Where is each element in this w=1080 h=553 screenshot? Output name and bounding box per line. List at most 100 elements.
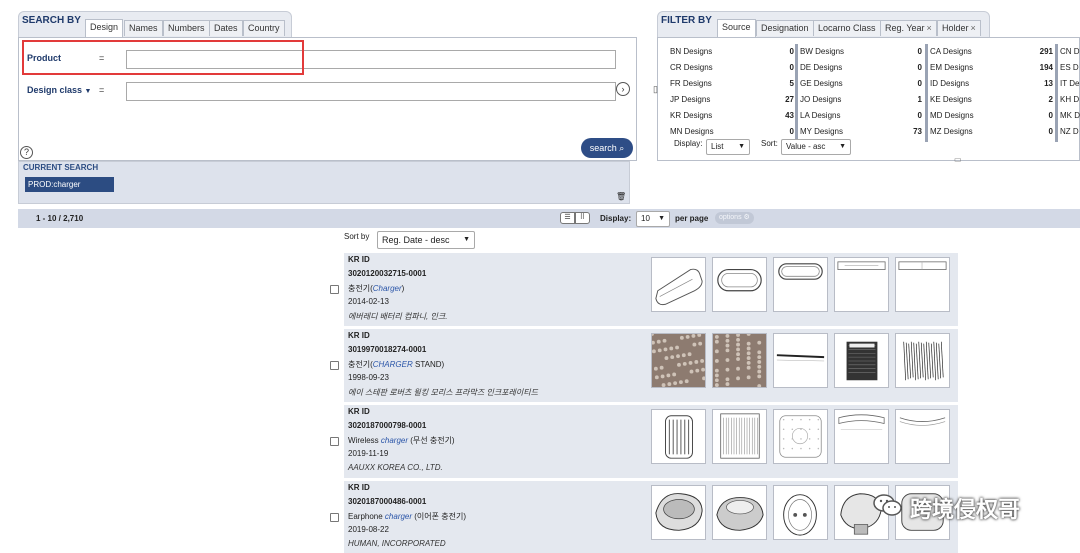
expand-handle-icon[interactable]: ▭ <box>954 155 962 164</box>
result-title[interactable]: Wireless charger (무선 충전기) <box>348 435 455 446</box>
design-thumbnail[interactable] <box>651 485 706 540</box>
filter-source-name[interactable]: MN Designs <box>670 127 714 136</box>
result-number[interactable]: 3020120032715-0001 <box>348 269 426 278</box>
result-holder: 에이 스테판 로버츠 윌킹 모리스 프라막즈 인크포레이티드 <box>348 388 538 397</box>
result-title[interactable]: 충전기(Charger) <box>348 283 404 294</box>
design-class-input[interactable] <box>126 82 616 101</box>
filter-source-count: 0 <box>917 63 922 72</box>
result-number[interactable]: 3020187000798-0001 <box>348 421 426 430</box>
filter-display-select[interactable]: List ▼ <box>706 139 750 155</box>
filter-source-name[interactable]: KE Designs <box>930 95 972 104</box>
per-page-label: per page <box>675 214 709 223</box>
filter-source-name[interactable]: JP Designs <box>670 95 710 104</box>
options-button[interactable]: options ⚙ <box>715 212 754 224</box>
tab-design[interactable]: Design <box>85 19 124 37</box>
go-arrow-icon[interactable]: › <box>616 82 630 96</box>
result-number[interactable]: 3019970018274-0001 <box>348 345 426 354</box>
per-page-select[interactable]: 10 ▼ <box>636 211 670 227</box>
chevron-down-icon: ▼ <box>84 88 92 95</box>
grid-view-icon[interactable]: ⠿ <box>575 212 590 224</box>
search-button[interactable]: search ⌕ <box>581 138 633 158</box>
filter-source-name[interactable]: ES D <box>1060 63 1079 72</box>
filter-source-name[interactable]: BW Designs <box>800 47 844 56</box>
tab-holder[interactable]: Holder × <box>937 20 981 36</box>
design-class-label[interactable]: Design class ▼ <box>27 85 91 95</box>
tab-reg-year-label: Reg. Year <box>885 23 925 33</box>
filter-source-name[interactable]: FR Designs <box>670 79 712 88</box>
trash-icon[interactable]: 🗑 <box>616 192 626 201</box>
design-thumbnail[interactable] <box>773 409 828 464</box>
result-number[interactable]: 3020187000486-0001 <box>348 497 426 506</box>
filter-source-name[interactable]: MY Designs <box>800 127 843 136</box>
current-search-panel: CURRENT SEARCH PROD:charger 🗑 <box>18 161 630 204</box>
filter-source-name[interactable]: JO Designs <box>800 95 841 104</box>
search-by-title: SEARCH BY <box>22 15 81 26</box>
filter-source-name[interactable]: KH D <box>1060 95 1079 104</box>
filter-source-name[interactable]: CR Designs <box>670 63 713 72</box>
result-source: KR ID <box>348 255 370 264</box>
result-title[interactable]: 충전기(CHARGER STAND) <box>348 359 444 370</box>
filter-source-name[interactable]: CA Designs <box>930 47 972 56</box>
help-icon[interactable]: ? <box>20 146 33 159</box>
collapse-toggle-icon[interactable]: ▯ <box>653 84 658 95</box>
filter-source-name[interactable]: BN Designs <box>670 47 712 56</box>
design-thumbnail[interactable] <box>650 332 706 388</box>
design-thumbnail[interactable] <box>834 333 889 388</box>
result-checkbox[interactable] <box>330 513 339 522</box>
result-title-post: (무선 충전기) <box>408 436 455 445</box>
tab-source[interactable]: Source <box>717 19 756 37</box>
close-icon[interactable]: × <box>971 23 976 33</box>
filter-source-name[interactable]: CN D <box>1060 47 1080 56</box>
design-thumbnail[interactable] <box>834 409 889 464</box>
design-thumbnail[interactable] <box>773 485 828 540</box>
filter-source-name[interactable]: MZ Designs <box>930 127 973 136</box>
result-checkbox[interactable] <box>330 285 339 294</box>
filter-sort-value: Value - asc <box>786 142 826 151</box>
tab-locarno-class[interactable]: Locarno Class <box>813 20 881 36</box>
design-thumbnail[interactable] <box>895 333 950 388</box>
filter-source-name[interactable]: NZ D <box>1060 127 1079 136</box>
filter-source-name[interactable]: GE Designs <box>800 79 843 88</box>
filter-source-name[interactable]: KR Designs <box>670 111 712 120</box>
close-icon[interactable]: × <box>927 23 932 33</box>
current-search-chip[interactable]: PROD:charger <box>25 177 114 192</box>
result-title-match: charger <box>384 512 413 521</box>
design-thumbnail[interactable] <box>712 485 767 540</box>
design-thumbnail[interactable] <box>773 257 828 312</box>
tab-designation[interactable]: Designation <box>756 20 814 36</box>
design-thumbnail[interactable] <box>712 409 767 464</box>
filter-source-name[interactable]: EM Designs <box>930 63 973 72</box>
result-checkbox[interactable] <box>330 361 339 370</box>
tab-reg-year[interactable]: Reg. Year × <box>880 20 937 36</box>
column-divider <box>1055 44 1058 142</box>
tab-names[interactable]: Names <box>124 20 163 36</box>
filter-source-name[interactable]: ID Designs <box>930 79 969 88</box>
result-title[interactable]: Earphone charger (이어폰 충전기) <box>348 511 466 522</box>
filter-source-count: 1 <box>917 95 922 104</box>
design-class-operator: = <box>99 85 105 95</box>
design-thumbnail[interactable] <box>651 257 706 312</box>
filter-source-name[interactable]: MD Designs <box>930 111 974 120</box>
filter-source-count: 0 <box>917 79 922 88</box>
result-title-post: STAND) <box>412 360 445 369</box>
design-thumbnail[interactable] <box>712 332 767 388</box>
design-thumbnail[interactable] <box>651 409 706 464</box>
design-thumbnail[interactable] <box>895 409 950 464</box>
filter-sort-select[interactable]: Value - asc ▼ <box>781 139 851 155</box>
tab-country[interactable]: Country <box>243 20 285 36</box>
result-checkbox[interactable] <box>330 437 339 446</box>
filter-source-name[interactable]: DE Designs <box>800 63 842 72</box>
design-thumbnail[interactable] <box>895 257 950 312</box>
list-view-icon[interactable]: ☰ <box>560 212 575 224</box>
design-thumbnail[interactable] <box>712 257 767 312</box>
sort-by-select[interactable]: Reg. Date - desc ▼ <box>377 231 475 249</box>
design-thumbnail[interactable] <box>834 257 889 312</box>
filter-source-name[interactable]: IT De <box>1060 79 1079 88</box>
result-source: KR ID <box>348 331 370 340</box>
chevron-down-icon: ▼ <box>463 236 470 243</box>
design-thumbnail[interactable] <box>773 333 828 388</box>
filter-source-name[interactable]: MK D <box>1060 111 1080 120</box>
tab-dates[interactable]: Dates <box>209 20 243 36</box>
filter-source-name[interactable]: LA Designs <box>800 111 840 120</box>
tab-numbers[interactable]: Numbers <box>163 20 210 36</box>
